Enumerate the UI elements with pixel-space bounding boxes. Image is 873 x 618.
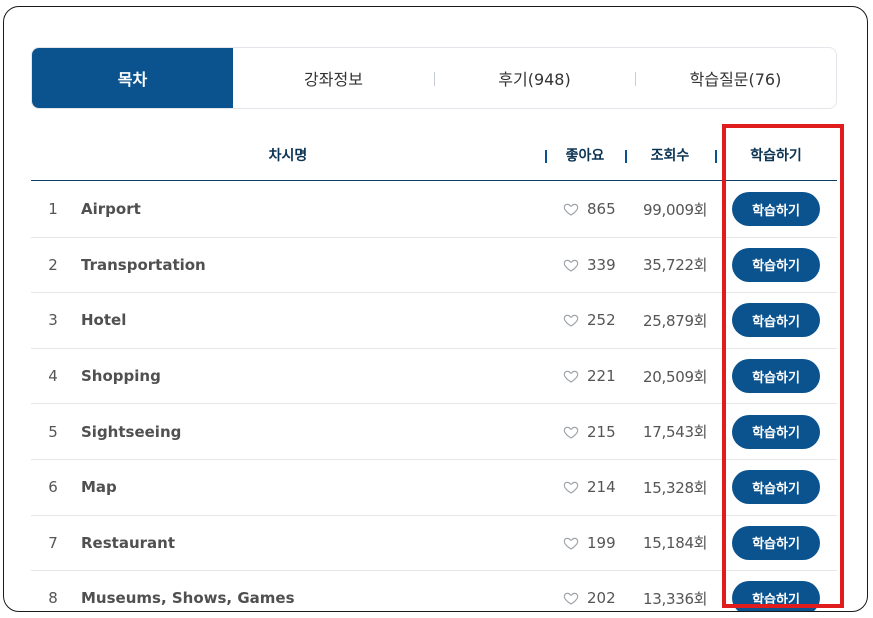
like-button[interactable]: 214 xyxy=(563,460,616,515)
tab-contents[interactable]: 목차 xyxy=(32,48,233,108)
view-count: 25,879회 xyxy=(643,311,708,330)
tab-label: 후기(948) xyxy=(498,70,571,89)
tab-bar: 목차 강좌정보 후기(948) 학습질문(76) xyxy=(31,47,837,109)
view-count: 13,336회 xyxy=(643,589,708,608)
table-row: 7 Restaurant 199 15,184회 학습하기 xyxy=(31,516,837,572)
tab-questions[interactable]: 학습질문(76) xyxy=(635,48,836,108)
table-row: 6 Map 214 15,328회 학습하기 xyxy=(31,460,837,516)
heart-icon xyxy=(563,259,579,272)
study-button[interactable]: 학습하기 xyxy=(732,359,820,394)
row-number: 6 xyxy=(48,478,58,497)
table-row: 3 Hotel 252 25,879회 학습하기 xyxy=(31,293,837,349)
column-header-title: 차시명 xyxy=(268,148,308,164)
tab-label: 강좌정보 xyxy=(304,70,363,89)
like-count: 215 xyxy=(587,422,616,441)
like-button[interactable]: 199 xyxy=(563,516,616,571)
like-count: 199 xyxy=(587,533,616,552)
like-count: 214 xyxy=(587,478,616,497)
row-number: 8 xyxy=(48,589,58,608)
table-row: 5 Sightseeing 215 17,543회 학습하기 xyxy=(31,404,837,460)
like-count: 202 xyxy=(587,589,616,608)
column-header-likes: 좋아요 xyxy=(565,148,605,164)
lesson-title: Map xyxy=(81,478,117,497)
column-header-study: 학습하기 xyxy=(750,148,802,164)
view-count: 99,009회 xyxy=(643,200,708,219)
like-count: 339 xyxy=(587,255,616,274)
lesson-title: Restaurant xyxy=(81,533,175,552)
lesson-title: Hotel xyxy=(81,311,127,330)
tab-label: 학습질문(76) xyxy=(689,70,782,89)
heart-icon xyxy=(563,204,579,216)
column-header-views: 조회수 xyxy=(650,148,690,164)
table-header: 차시명 좋아요 조회수 학습하기 xyxy=(31,129,837,181)
row-number: 4 xyxy=(48,367,58,386)
tab-course-info[interactable]: 강좌정보 xyxy=(233,48,434,108)
study-button[interactable]: 학습하기 xyxy=(732,581,820,611)
like-count: 252 xyxy=(587,311,616,330)
lesson-title: Sightseeing xyxy=(81,422,182,441)
lesson-title: Shopping xyxy=(81,367,161,386)
row-number: 2 xyxy=(48,255,58,274)
table-row: 2 Transportation 339 35,722회 학습하기 xyxy=(31,238,837,294)
lesson-title: Airport xyxy=(81,200,141,219)
study-button[interactable]: 학습하기 xyxy=(732,192,820,227)
row-number: 3 xyxy=(48,311,58,330)
table-row: 4 Shopping 221 20,509회 학습하기 xyxy=(31,349,837,405)
view-count: 20,509회 xyxy=(643,367,708,386)
view-count: 15,328회 xyxy=(643,478,708,497)
like-button[interactable]: 215 xyxy=(563,404,616,459)
like-count: 221 xyxy=(587,367,616,386)
row-number: 7 xyxy=(48,533,58,552)
lesson-title: Museums, Shows, Games xyxy=(81,589,295,608)
like-button[interactable]: 865 xyxy=(563,182,616,237)
study-button[interactable]: 학습하기 xyxy=(732,303,820,338)
view-count: 15,184회 xyxy=(643,534,708,553)
heart-icon xyxy=(563,593,579,606)
tab-divider xyxy=(635,72,636,86)
heart-icon xyxy=(563,370,579,383)
like-button[interactable]: 221 xyxy=(563,349,616,404)
like-button[interactable]: 202 xyxy=(563,571,616,611)
heart-icon xyxy=(563,426,579,439)
heart-icon xyxy=(563,315,579,328)
like-button[interactable]: 339 xyxy=(563,238,616,293)
table-row: 8 Museums, Shows, Games 202 13,336회 학습하기 xyxy=(31,571,837,611)
row-number: 5 xyxy=(48,422,58,441)
tab-label: 목차 xyxy=(117,70,148,89)
content-frame: 목차 강좌정보 후기(948) 학습질문(76) 차시명 좋아요 조회수 학습하… xyxy=(3,6,868,612)
view-count: 17,543회 xyxy=(643,423,708,442)
heart-icon xyxy=(563,482,579,494)
study-button[interactable]: 학습하기 xyxy=(732,525,820,560)
study-button[interactable]: 학습하기 xyxy=(732,247,820,282)
table-row: 1 Airport 865 99,009회 학습하기 xyxy=(31,182,837,238)
study-button[interactable]: 학습하기 xyxy=(732,414,820,449)
view-count: 35,722회 xyxy=(643,256,708,275)
lesson-list: 1 Airport 865 99,009회 학습하기 2 Transportat… xyxy=(31,182,837,611)
study-button[interactable]: 학습하기 xyxy=(732,470,820,505)
heart-icon xyxy=(563,537,579,550)
lesson-title: Transportation xyxy=(81,255,206,274)
row-number: 1 xyxy=(48,200,58,219)
like-count: 865 xyxy=(587,200,616,219)
tab-divider xyxy=(434,72,435,86)
tab-reviews[interactable]: 후기(948) xyxy=(434,48,635,108)
like-button[interactable]: 252 xyxy=(563,293,616,348)
